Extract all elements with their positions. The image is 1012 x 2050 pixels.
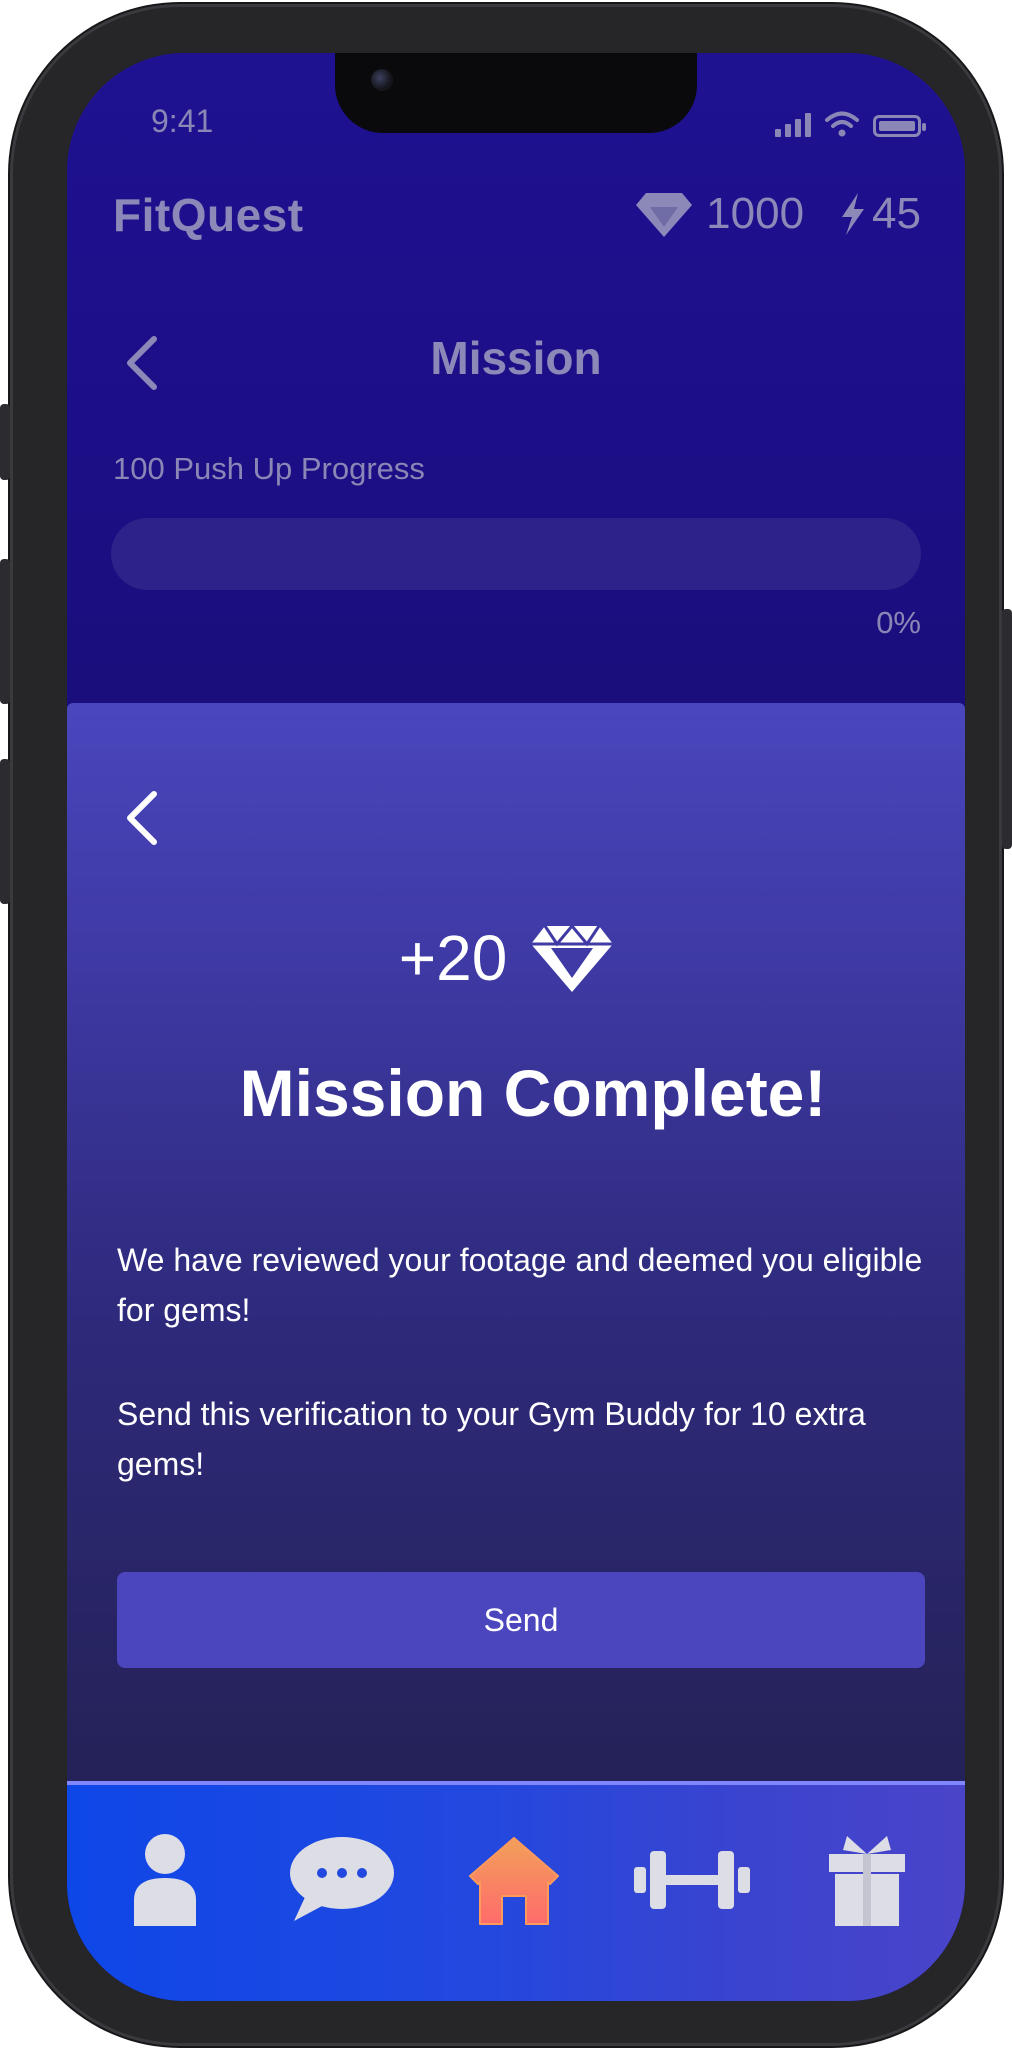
review-message: We have reviewed your footage and deemed…	[117, 1242, 923, 1328]
nav-item-workouts[interactable]	[632, 1825, 752, 1935]
mission-complete-title: Mission Complete!	[239, 1056, 827, 1130]
energy-stat: 45	[838, 189, 921, 239]
chevron-left-icon	[127, 791, 157, 845]
gems-stat: 1000	[634, 189, 804, 239]
mission-background: 9:41 FitQuest 1000 45 Mission 100 Push U…	[67, 53, 965, 703]
currency-stats: 1000 45	[634, 189, 921, 239]
page-title: Mission	[430, 332, 602, 384]
notch	[335, 53, 697, 133]
chat-icon	[290, 1837, 394, 1921]
nav-item-rewards[interactable]	[807, 1825, 927, 1935]
cellular-signal-icon	[775, 113, 811, 137]
progress-label: 100 Push Up Progress	[113, 451, 425, 486]
nav-item-home[interactable]	[454, 1825, 574, 1935]
status-icons	[775, 111, 926, 137]
status-time: 9:41	[151, 103, 214, 139]
phone-frame: 9:41 FitQuest 1000 45 Mission 100 Push U…	[0, 4, 1012, 2046]
volume-up-button	[0, 559, 10, 704]
diamond-icon	[531, 923, 614, 992]
reward-amount: +20	[398, 922, 508, 994]
mission-complete-modal: +20 Mission Complete! We have reviewed y…	[67, 703, 965, 1803]
mute-switch	[0, 404, 10, 480]
home-icon	[469, 1837, 559, 1925]
nav-item-chat[interactable]	[280, 1825, 400, 1935]
profile-icon	[134, 1834, 196, 1926]
modal-back-button[interactable]	[107, 778, 177, 858]
reward-row: +20	[67, 921, 965, 995]
buddy-message: Send this verification to your Gym Buddy…	[117, 1396, 866, 1482]
volume-down-button	[0, 759, 10, 904]
bottom-nav	[67, 1781, 965, 2001]
mission-header: Mission	[67, 323, 965, 403]
wifi-icon	[825, 111, 859, 137]
send-button[interactable]: Send	[117, 1572, 925, 1668]
lightning-icon	[842, 193, 865, 235]
energy-count: 45	[872, 189, 921, 238]
progress-bar	[111, 518, 921, 590]
app-title: FitQuest	[113, 189, 304, 241]
progress-percent: 0%	[876, 605, 921, 640]
nav-item-profile[interactable]	[105, 1825, 225, 1935]
screen: 9:41 FitQuest 1000 45 Mission 100 Push U…	[67, 53, 965, 2001]
diamond-icon	[636, 193, 693, 237]
gems-count: 1000	[706, 189, 805, 238]
gift-icon	[829, 1836, 905, 1926]
front-camera-icon	[371, 69, 393, 91]
power-button	[1002, 609, 1012, 849]
dumbbell-icon	[634, 1851, 750, 1909]
battery-icon	[873, 115, 926, 137]
